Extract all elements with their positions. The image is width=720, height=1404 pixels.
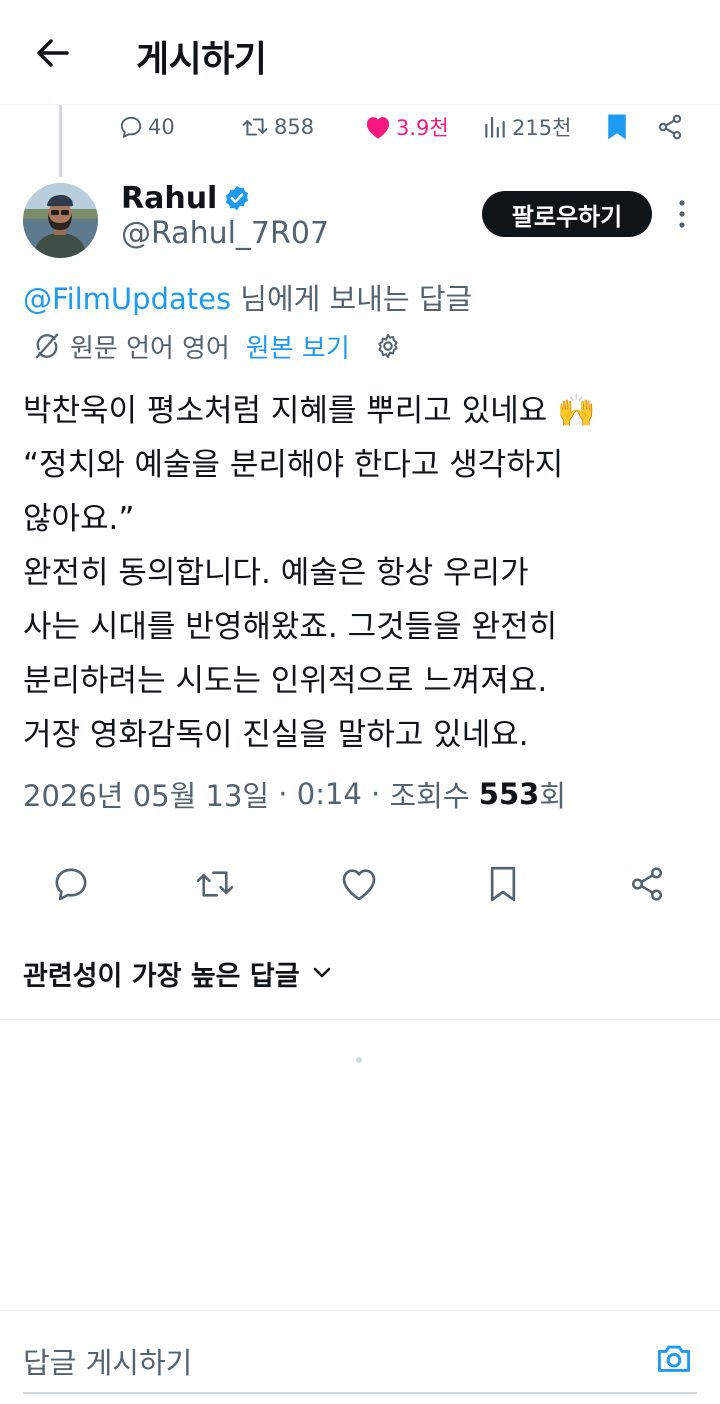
tweet-line: 사는 시대를 반영해왔죠. 그것들을 완전히 — [23, 609, 558, 645]
repost-button[interactable] — [189, 858, 241, 910]
tweet-meta: 2026년 05월 13일 · 0:14 · 조회수 553 회 — [23, 770, 566, 818]
parent-bookmark-button[interactable] — [604, 108, 634, 146]
parent-share-button[interactable] — [656, 108, 688, 146]
share-icon — [631, 867, 663, 901]
page-title: 게시하기 — [136, 39, 267, 80]
tweet-line: 않아요.” — [23, 501, 135, 537]
views-label: 조회수 — [389, 779, 470, 813]
reply-composer-input[interactable]: 답글 게시하기 — [23, 1330, 697, 1394]
camera-button[interactable] — [653, 1338, 695, 1378]
translation-language: 영어 — [181, 333, 230, 364]
parent-tweet-stats: 40 858 3.9천 215천 — [0, 108, 720, 146]
loading-indicator — [356, 1057, 362, 1063]
tweet-action-bar — [0, 858, 720, 910]
section-divider — [0, 1019, 720, 1020]
views-count: 553 — [478, 777, 540, 811]
show-original-link[interactable]: 원본 보기 — [246, 328, 350, 365]
gear-icon[interactable] — [374, 332, 402, 360]
like-button[interactable] — [333, 858, 385, 910]
share-button[interactable] — [621, 858, 673, 910]
composer-divider — [0, 1310, 720, 1311]
tweet-line: 분리하려는 시도는 인위적으로 느껴져요. — [23, 663, 548, 699]
heart-filled-icon — [366, 117, 390, 139]
more-options-button[interactable] — [666, 196, 698, 232]
tweet-line: “정치와 예술을 분리해야 한다고 생각하지 — [23, 447, 564, 483]
tweet-time: 0:14 — [296, 777, 362, 811]
author-name-row[interactable]: Rahul — [121, 178, 251, 218]
reply-button[interactable] — [45, 858, 97, 910]
translate-icon — [35, 333, 59, 359]
translation-label: 원문 언어 — [70, 333, 174, 364]
reply-icon — [55, 868, 87, 901]
parent-repost-stat[interactable]: 858 — [240, 108, 314, 146]
tweet-line: 거장 영화감독이 진실을 말하고 있네요. — [23, 717, 529, 753]
repost-icon — [242, 118, 268, 136]
parent-reply-count: 40 — [148, 115, 175, 139]
repost-icon — [196, 871, 234, 897]
chevron-down-icon — [313, 967, 330, 978]
tweet-line: 박찬욱이 평소처럼 지혜를 뿌리고 있네요 🙌 — [23, 393, 596, 429]
author-handle[interactable]: @Rahul_7R07 — [121, 216, 329, 251]
translation-row: 원문 언어 영어 원본 보기 — [32, 328, 402, 364]
tweet-text: 박찬욱이 평소처럼 지혜를 뿌리고 있네요 🙌 “정치와 예술을 분리해야 한다… — [23, 384, 703, 762]
composer-placeholder: 답글 게시하기 — [23, 1346, 193, 1380]
reply-sort-label: 관련성이 가장 높은 답글 — [23, 960, 300, 992]
more-icon — [679, 200, 685, 228]
back-arrow-icon — [37, 39, 69, 67]
parent-views-stat[interactable]: 215천 — [482, 108, 571, 146]
top-app-bar: 게시하기 — [0, 0, 720, 104]
meta-separator: · — [361, 777, 390, 811]
reply-icon — [120, 116, 142, 138]
verified-badge-icon — [223, 184, 251, 212]
tweet-line: 완전히 동의합니다. 예술은 항상 우리가 — [23, 555, 529, 591]
views-unit: 회 — [539, 779, 567, 813]
reply-mention-link[interactable]: @FilmUpdates — [23, 282, 231, 316]
author-display-name: Rahul — [121, 180, 218, 216]
parent-repost-count: 858 — [274, 115, 315, 139]
bookmark-filled-icon — [608, 114, 626, 140]
follow-button[interactable]: 팔로우하기 — [482, 191, 652, 237]
heart-icon — [342, 869, 376, 901]
parent-views-count: 215천 — [512, 116, 572, 140]
avatar[interactable] — [23, 183, 98, 258]
bookmark-button[interactable] — [477, 858, 529, 910]
bookmark-icon — [490, 866, 516, 902]
avatar-photo — [23, 183, 98, 258]
share-icon — [658, 114, 682, 140]
meta-separator: · — [269, 777, 297, 811]
header-divider — [0, 104, 720, 105]
reply-context: @FilmUpdates 님에게 보내는 답글 — [23, 276, 472, 318]
tweet-date: 2026년 05월 13일 — [23, 779, 270, 813]
reply-sort-dropdown[interactable]: 관련성이 가장 높은 답글 — [23, 950, 332, 996]
reply-context-suffix: 님에게 보내는 답글 — [231, 282, 473, 316]
back-button[interactable] — [26, 30, 78, 76]
parent-reply-stat[interactable]: 40 — [118, 108, 175, 146]
parent-like-count: 3.9천 — [396, 116, 449, 140]
parent-like-stat[interactable]: 3.9천 — [364, 108, 449, 146]
views-icon — [485, 116, 505, 138]
camera-icon — [657, 1345, 691, 1372]
